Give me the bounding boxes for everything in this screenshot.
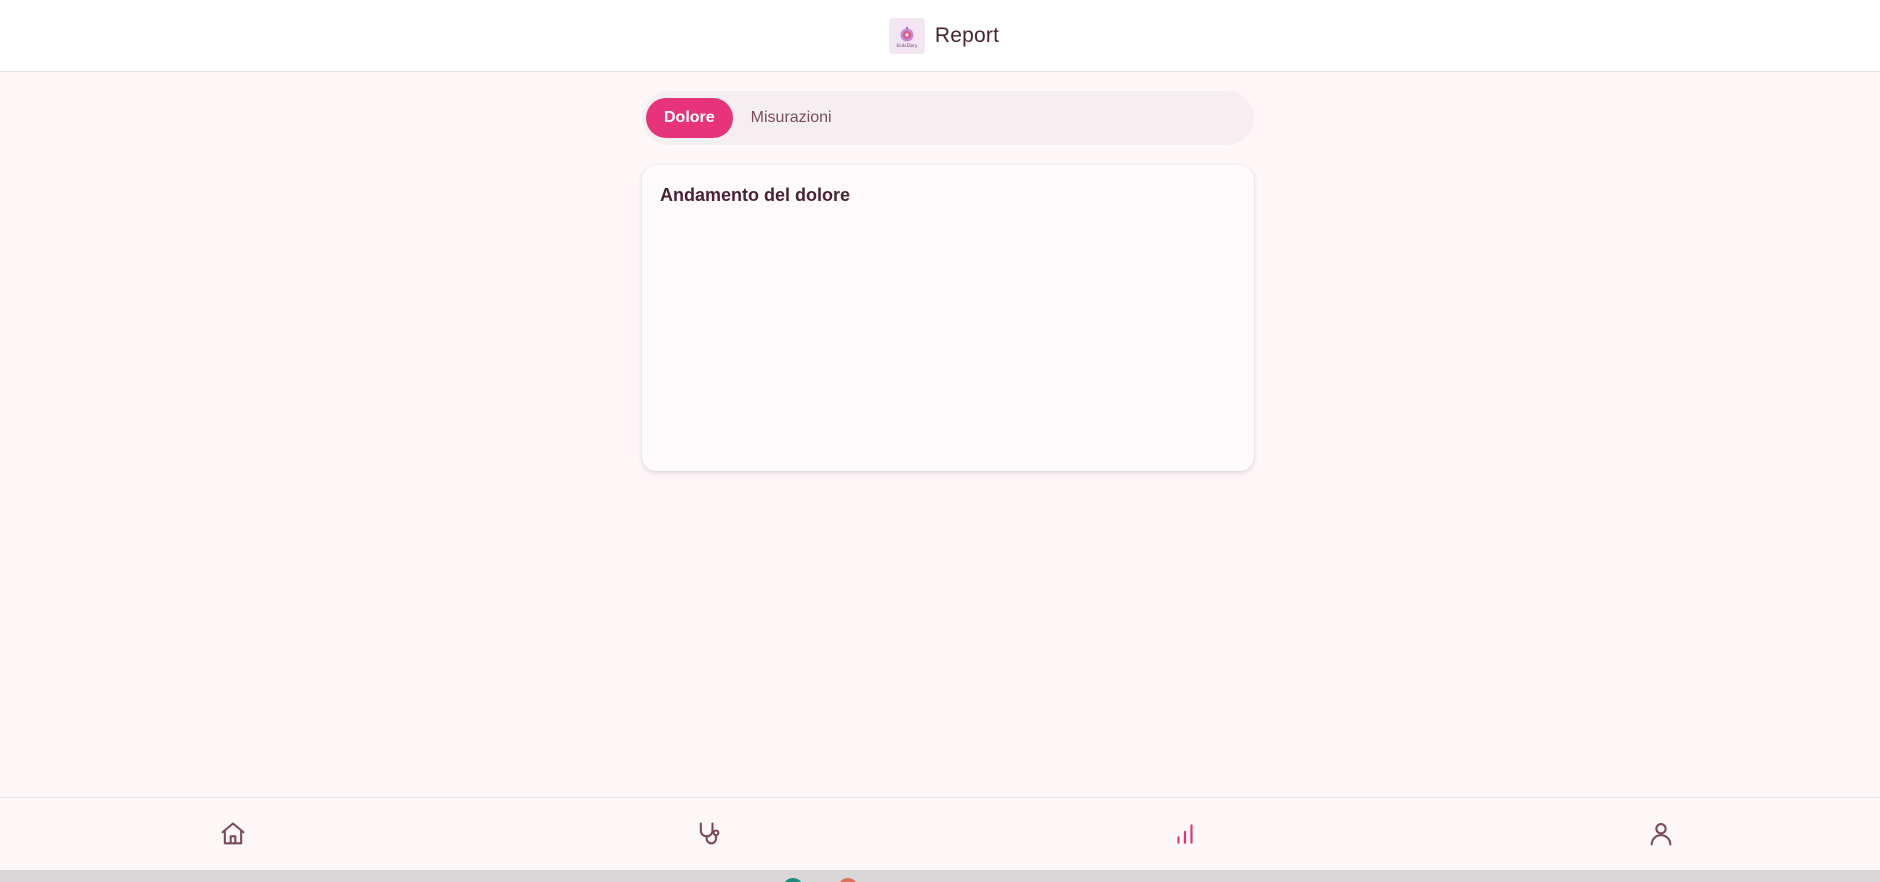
header-brand: EndoDiary Report (888, 17, 1000, 54)
app-logo: EndoDiary (888, 17, 925, 54)
page-title: Report (934, 23, 1000, 47)
nav-profile[interactable] (1643, 816, 1679, 852)
app-header: EndoDiary Report (0, 0, 1880, 72)
nav-home[interactable] (215, 816, 251, 852)
tab-dolore[interactable]: Dolore (646, 98, 733, 138)
home-icon (221, 822, 245, 845)
report-tabs: Dolore Misurazioni (642, 91, 1254, 145)
nav-report[interactable] (1167, 816, 1203, 852)
stethoscope-icon (699, 822, 720, 845)
nav-medical[interactable] (691, 816, 727, 852)
os-taskbar (0, 870, 1880, 882)
logo-wordmark: EndoDiary (896, 42, 918, 48)
bar-chart-icon (1177, 824, 1193, 844)
taskbar-app-icon[interactable] (838, 878, 858, 882)
bottom-navigation (0, 797, 1880, 870)
taskbar-app-icon[interactable] (783, 878, 803, 882)
logo-icon (900, 25, 914, 41)
pain-chart-area (660, 220, 1236, 440)
pain-trend-card: Andamento del dolore (642, 165, 1254, 471)
user-icon (1650, 823, 1672, 846)
tab-misurazioni[interactable]: Misurazioni (733, 98, 850, 138)
card-title: Andamento del dolore (660, 185, 851, 205)
